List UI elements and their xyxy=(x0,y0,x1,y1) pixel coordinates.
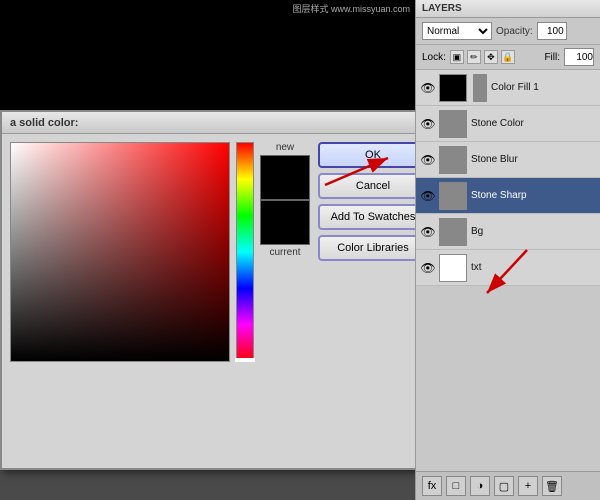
lock-transparency-button[interactable]: ▣ xyxy=(450,50,464,64)
layer-item-txt[interactable]: 👁 txt xyxy=(416,250,600,286)
layers-controls: Normal Opacity: xyxy=(416,18,600,45)
layer-name-stone-color: Stone Color xyxy=(471,118,524,129)
canvas-background xyxy=(0,0,420,120)
new-layer-button[interactable]: + xyxy=(518,476,538,496)
lock-all-button[interactable]: 🔒 xyxy=(501,50,515,64)
layer-group-button[interactable]: ▢ xyxy=(494,476,514,496)
layer-mask-color-fill xyxy=(473,74,487,102)
new-color-box xyxy=(260,155,310,200)
hue-slider xyxy=(235,358,255,362)
fill-input[interactable] xyxy=(564,48,594,66)
lock-icons: ▣ ✏ ✥ 🔒 xyxy=(450,50,515,64)
cancel-button[interactable]: Cancel xyxy=(318,173,428,199)
layer-name-stone-blur: Stone Blur xyxy=(471,154,518,165)
layers-lock-row: Lock: ▣ ✏ ✥ 🔒 Fill: xyxy=(416,45,600,70)
layer-fx-button[interactable]: fx xyxy=(422,476,442,496)
layer-name-color-fill: Color Fill 1 xyxy=(491,82,539,93)
layer-eye-color-fill[interactable]: 👁 xyxy=(420,80,436,96)
spectrum-gradient xyxy=(11,143,229,361)
layer-thumb-stone-color xyxy=(439,110,467,138)
lock-paint-button[interactable]: ✏ xyxy=(467,50,481,64)
watermark-text: 图层样式 www.missyuan.com xyxy=(292,2,410,15)
layer-thumb-stone-sharp xyxy=(439,182,467,210)
current-color-box xyxy=(260,200,310,245)
layer-item-bg[interactable]: 👁 Bg xyxy=(416,214,600,250)
delete-layer-button[interactable]: 🗑 xyxy=(542,476,562,496)
lock-move-button[interactable]: ✥ xyxy=(484,50,498,64)
blend-mode-select[interactable]: Normal xyxy=(422,22,492,40)
layer-item-stone-blur[interactable]: 👁 Stone Blur xyxy=(416,142,600,178)
layer-thumb-color-fill xyxy=(439,74,467,102)
layer-eye-stone-color[interactable]: 👁 xyxy=(420,116,436,132)
current-color-label: current xyxy=(269,247,300,258)
hue-bar[interactable] xyxy=(236,142,254,362)
dialog-title: a solid color: xyxy=(10,117,78,129)
layer-name-stone-sharp: Stone Sharp xyxy=(471,190,527,201)
layer-item-stone-sharp[interactable]: 👁 Stone Sharp xyxy=(416,178,600,214)
ok-button[interactable]: OK xyxy=(318,142,428,168)
layer-name-txt: txt xyxy=(471,262,482,273)
color-picker-left: new current xyxy=(10,142,310,460)
layer-name-bg: Bg xyxy=(471,226,483,237)
layer-item-color-fill[interactable]: 👁 Color Fill 1 xyxy=(416,70,600,106)
color-spectrum[interactable] xyxy=(10,142,230,362)
layers-title: LAYERS xyxy=(422,3,462,14)
layer-thumb-txt xyxy=(439,254,467,282)
layer-item-stone-color[interactable]: 👁 Stone Color xyxy=(416,106,600,142)
layers-panel: LAYERS Normal Opacity: Lock: ▣ ✏ ✥ 🔒 Fil… xyxy=(415,0,600,500)
layer-mask-button[interactable]: □ xyxy=(446,476,466,496)
layer-thumb-stone-blur xyxy=(439,146,467,174)
layer-eye-stone-sharp[interactable]: 👁 xyxy=(420,188,436,204)
layers-title-bar: LAYERS xyxy=(416,0,600,18)
add-to-swatches-button[interactable]: Add To Swatches xyxy=(318,204,428,230)
color-libraries-button[interactable]: Color Libraries xyxy=(318,235,428,261)
layer-eye-bg[interactable]: 👁 xyxy=(420,224,436,240)
layer-adj-button[interactable]: ◑ xyxy=(470,476,490,496)
color-preview-area: new current xyxy=(260,142,310,362)
layer-bottom-icons: fx □ ◑ ▢ + 🗑 xyxy=(416,471,600,500)
lock-label: Lock: xyxy=(422,52,446,63)
opacity-input[interactable] xyxy=(537,22,567,40)
spectrum-row: new current xyxy=(10,142,310,362)
fill-label: Fill: xyxy=(544,52,560,63)
dialog-buttons: OK Cancel Add To Swatches Color Librarie… xyxy=(318,142,428,460)
layer-eye-stone-blur[interactable]: 👁 xyxy=(420,152,436,168)
layer-eye-txt[interactable]: 👁 xyxy=(420,260,436,276)
opacity-label: Opacity: xyxy=(496,26,533,37)
new-color-label: new xyxy=(276,142,294,153)
layer-thumb-bg xyxy=(439,218,467,246)
